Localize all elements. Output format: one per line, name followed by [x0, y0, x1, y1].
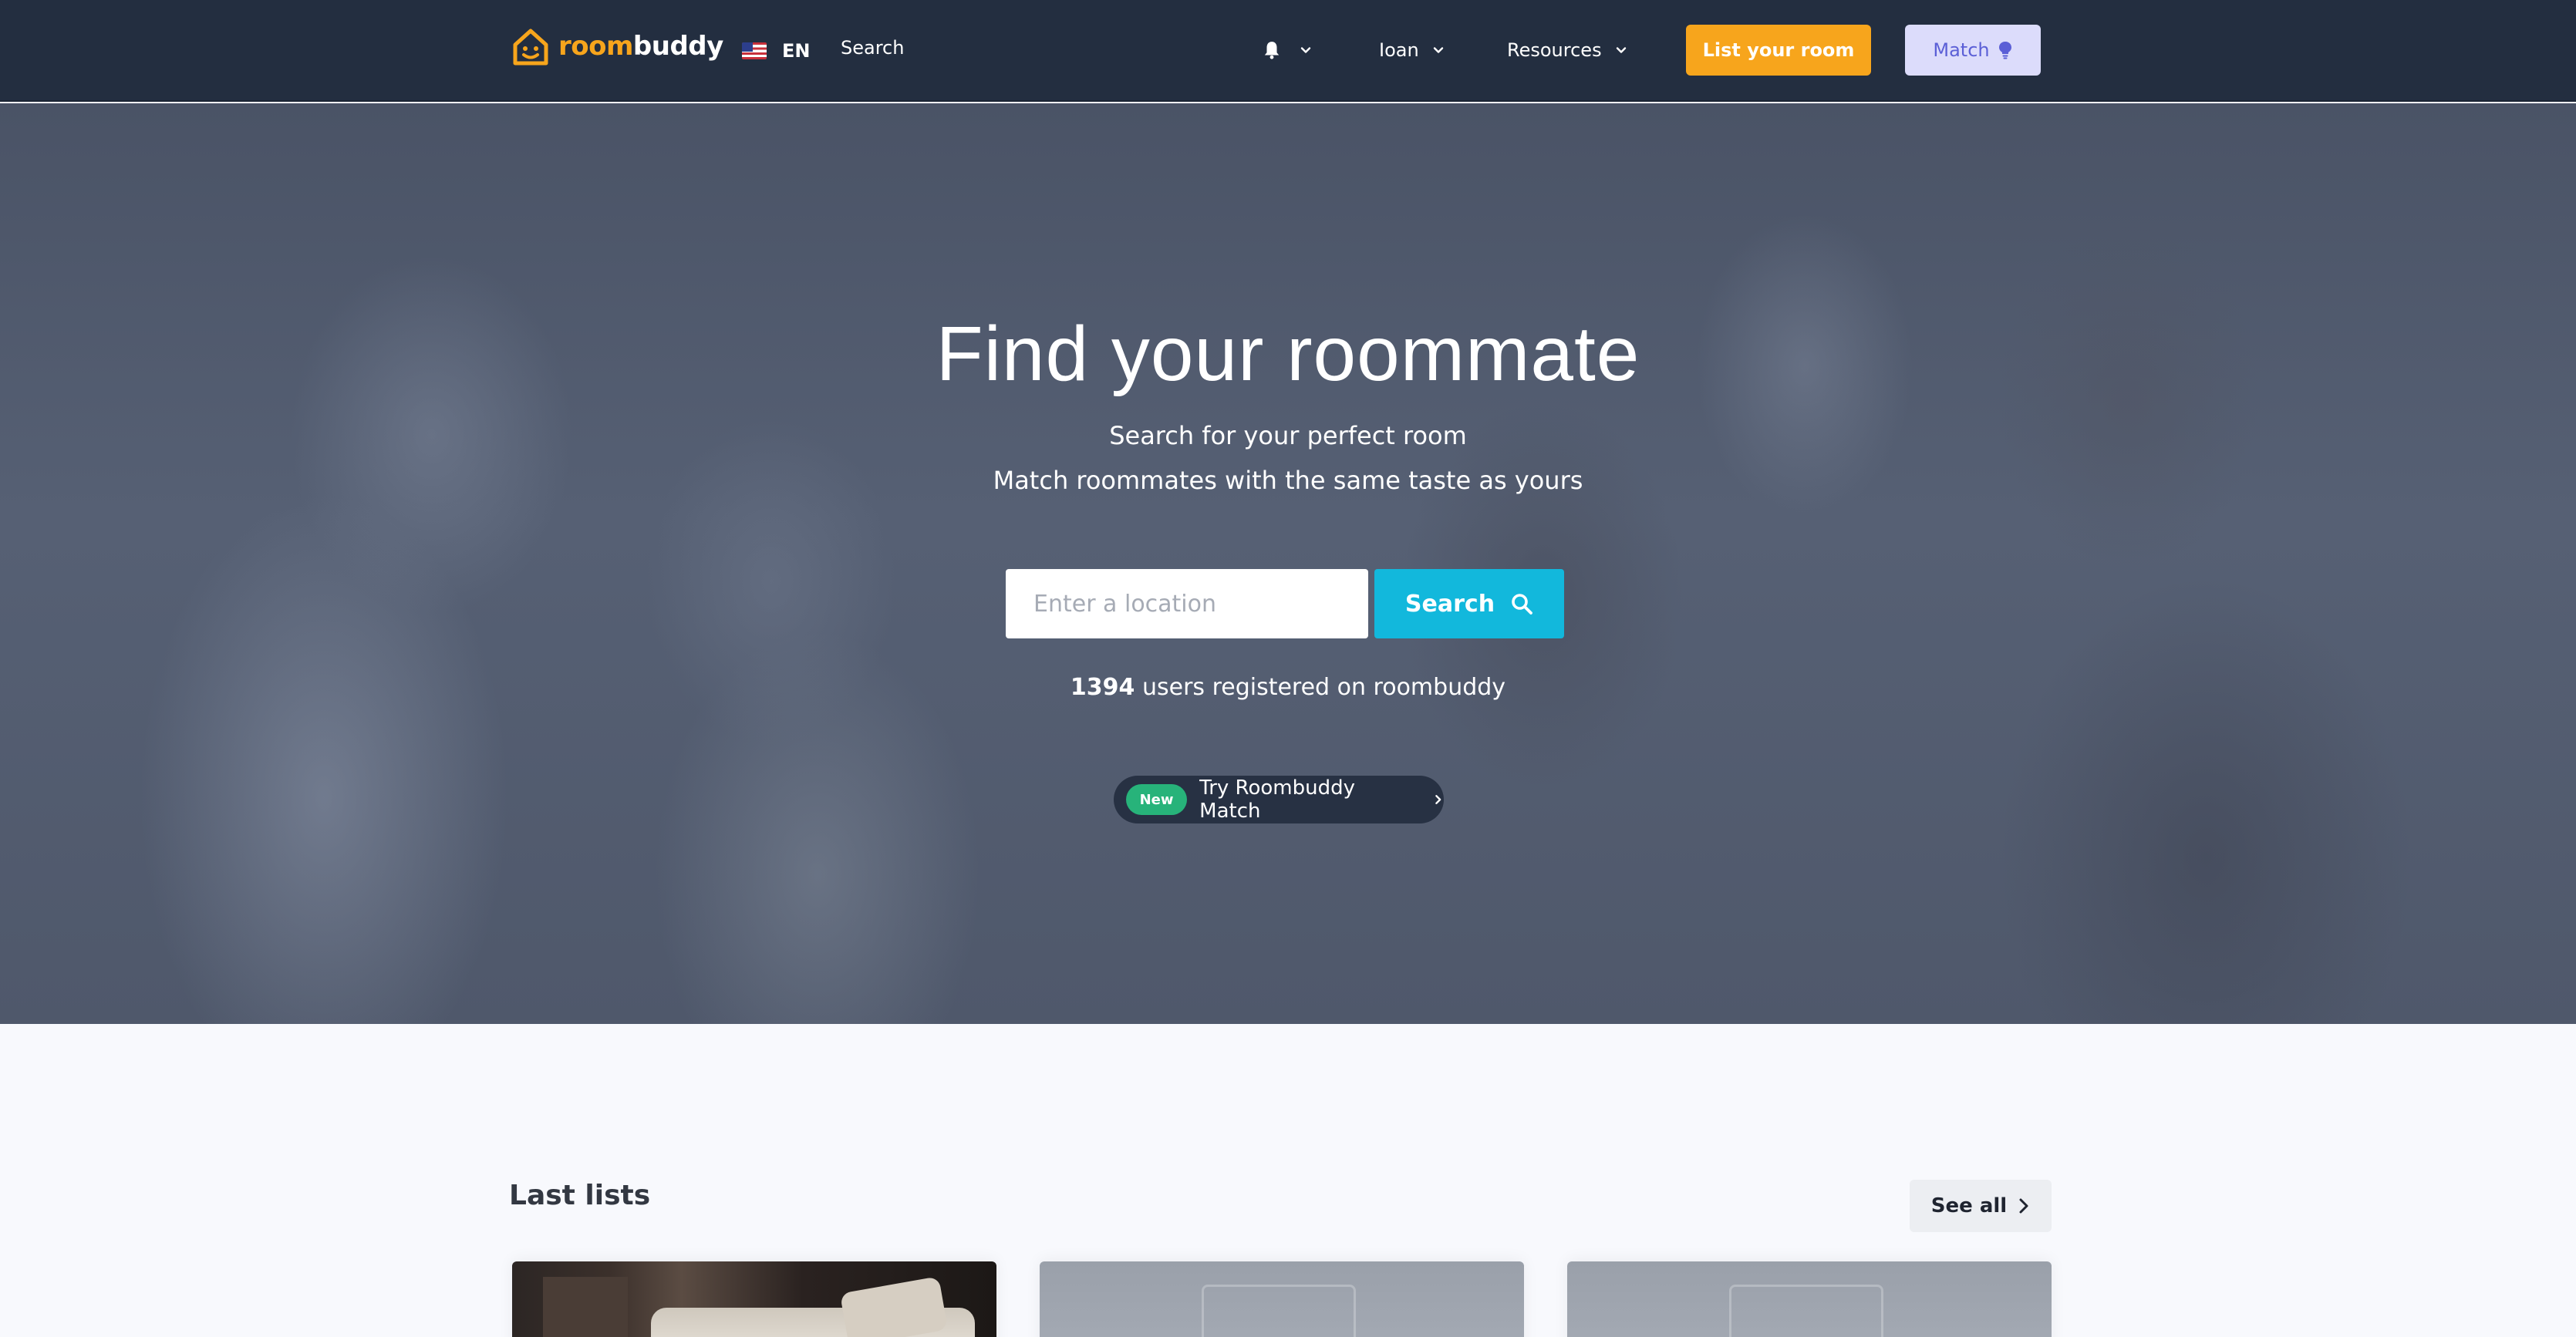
listing-photo-detail: [543, 1277, 628, 1337]
listing-image-placeholder: [1202, 1285, 1356, 1337]
logo-text: roombuddy: [558, 31, 723, 62]
nav-search-link[interactable]: Search: [841, 37, 904, 59]
resources-label: Resources: [1507, 39, 1602, 61]
hero-section: Find your roommate Search for your perfe…: [0, 103, 2576, 1024]
try-match-label: Try Roombuddy Match: [1199, 776, 1355, 823]
last-lists-title: Last lists: [509, 1180, 651, 1211]
search-icon: [1512, 594, 1532, 615]
resources-menu[interactable]: Resources: [1507, 35, 1627, 65]
hero-subtitle-2: Match roommates with the same taste as y…: [993, 466, 1583, 495]
location-search-input[interactable]: [1006, 569, 1368, 638]
see-all-label: See all: [1930, 1194, 2008, 1217]
hero-search-button[interactable]: Search: [1374, 569, 1564, 638]
logo-buddy: buddy: [632, 31, 723, 62]
users-count-label: users registered on roombuddy: [1141, 674, 1506, 701]
us-flag-icon: [742, 42, 767, 59]
users-registered-text: 1394 users registered on roombuddy: [0, 674, 2576, 701]
hero-title: Find your roommate: [936, 311, 1640, 397]
list-your-room-label: List your room: [1702, 39, 1855, 61]
chevron-right-icon: [1435, 795, 1441, 804]
users-count-number: 1394: [1070, 674, 1135, 701]
listing-card[interactable]: [1040, 1261, 1524, 1337]
try-match-pill[interactable]: New Try Roombuddy Match: [1114, 776, 1444, 823]
match-button[interactable]: Match: [1905, 25, 2041, 76]
new-badge: New: [1126, 784, 1188, 815]
listing-card[interactable]: [512, 1261, 996, 1337]
see-all-button[interactable]: See all: [1910, 1180, 2052, 1232]
bell-icon: [1264, 42, 1280, 59]
listing-image-placeholder: [1729, 1285, 1883, 1337]
listing-photo-detail: [839, 1276, 949, 1337]
chevron-down-icon: [1616, 47, 1626, 53]
roombuddy-logo[interactable]: roombuddy: [509, 23, 723, 69]
notifications-menu[interactable]: [1262, 37, 1311, 63]
chevron-down-icon: [1300, 47, 1311, 53]
language-label: EN: [782, 40, 811, 62]
hero-search-label: Search: [1404, 590, 1495, 618]
top-navbar: roombuddy EN Search Ioan Resources List …: [0, 0, 2576, 102]
language-selector[interactable]: EN: [742, 34, 810, 68]
logo-room: room: [558, 31, 633, 62]
listing-card[interactable]: [1567, 1261, 2052, 1337]
house-logo-icon: [513, 29, 548, 66]
user-menu[interactable]: Ioan: [1379, 35, 1444, 65]
list-your-room-button[interactable]: List your room: [1686, 25, 1871, 76]
hero-subtitle-1: Search for your perfect room: [1109, 421, 1467, 450]
user-name: Ioan: [1379, 39, 1419, 61]
match-label: Match: [1933, 39, 1990, 61]
chevron-right-icon: [2019, 1198, 2028, 1214]
chevron-down-icon: [1433, 47, 1443, 53]
lightbulb-icon: [1998, 42, 2011, 59]
